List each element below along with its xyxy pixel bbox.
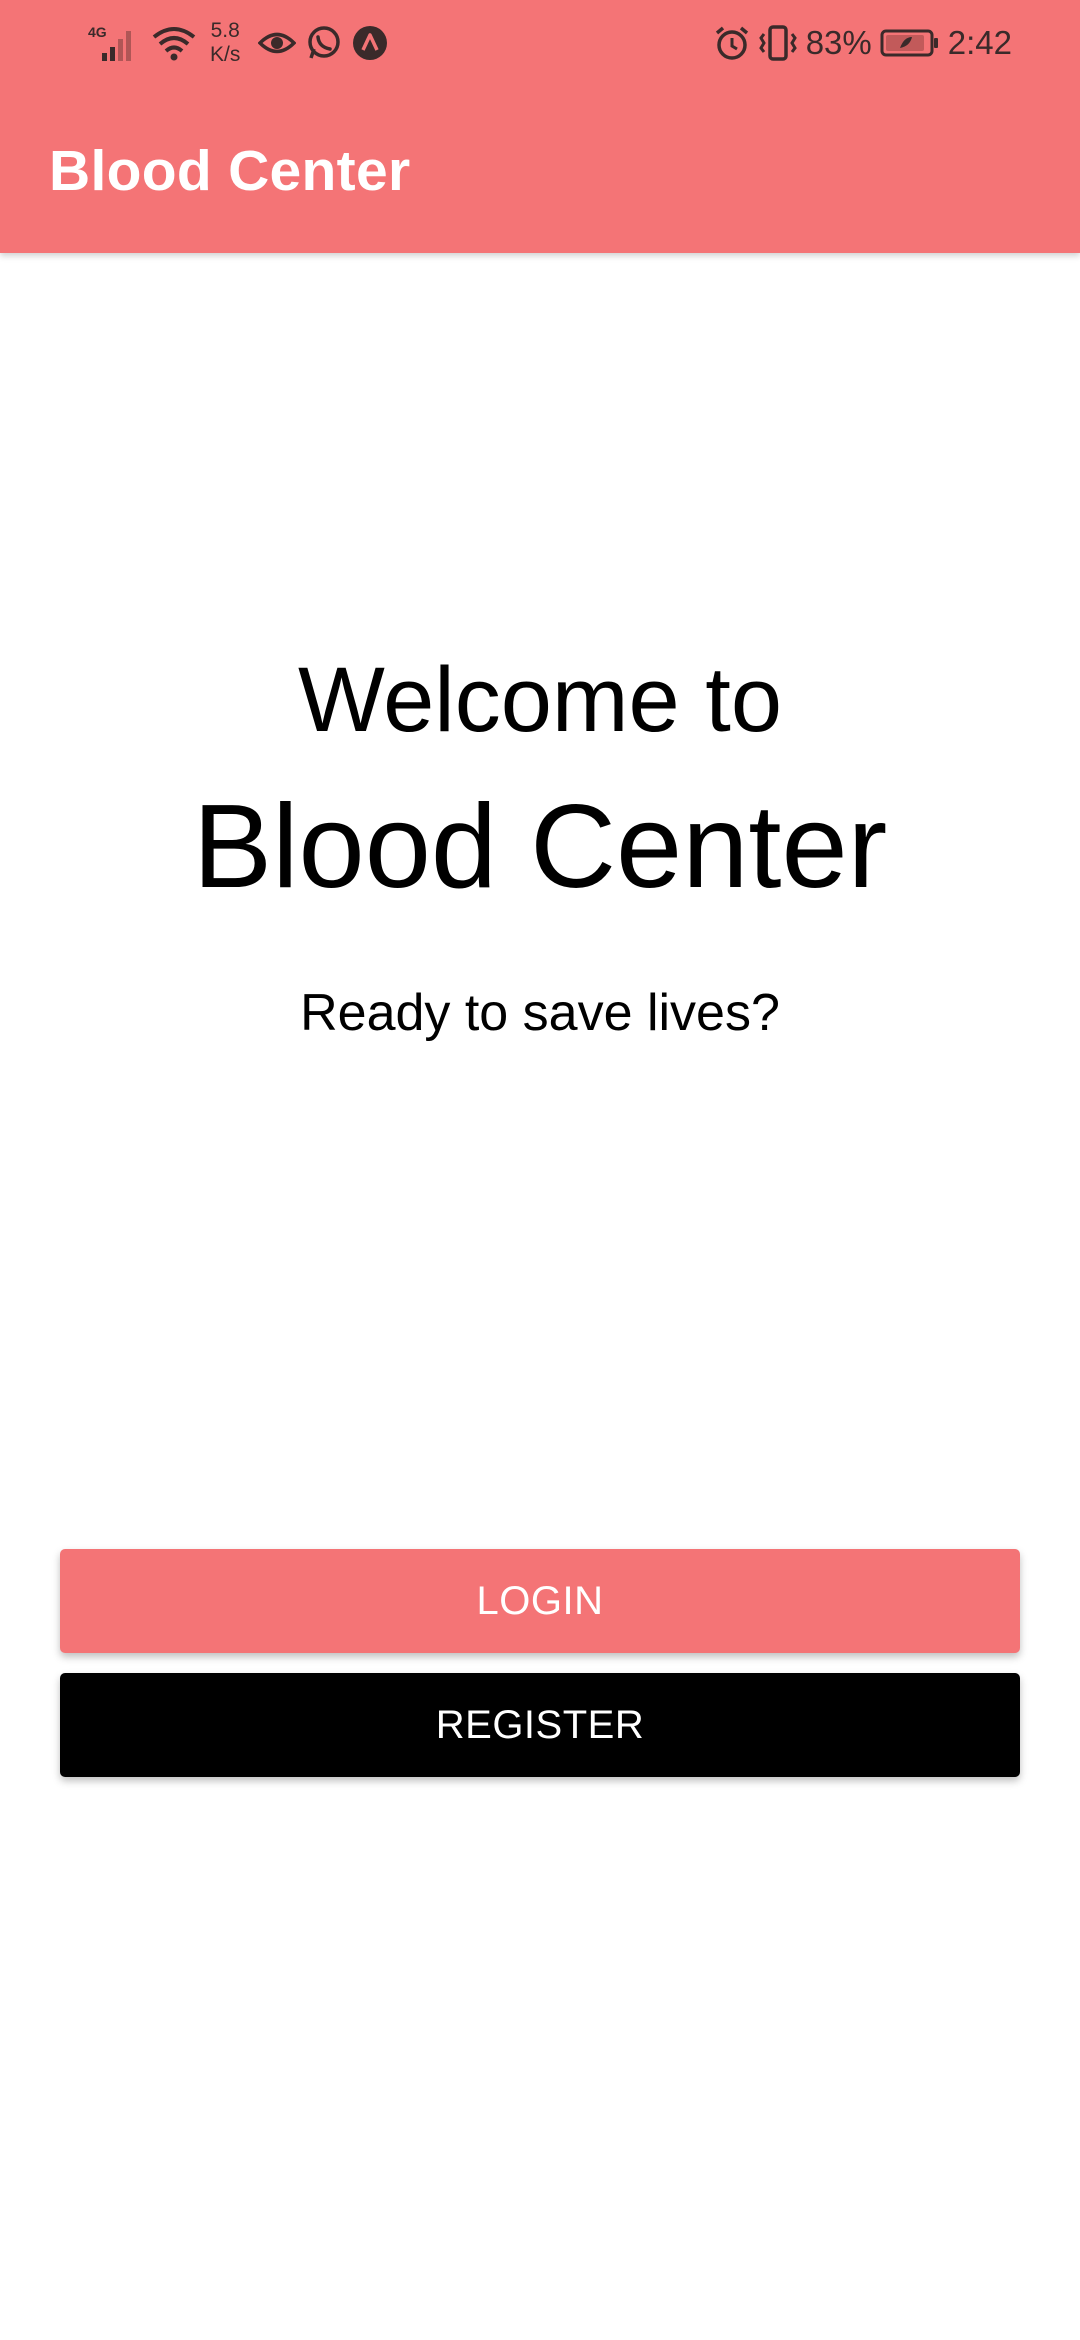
register-button-label: REGISTER	[435, 1702, 645, 1747]
welcome-heading: Welcome to	[297, 649, 783, 751]
register-button[interactable]: REGISTER	[60, 1673, 1020, 1777]
net-speed: 5.8 K/s	[210, 19, 240, 67]
battery-percent: 83%	[805, 24, 872, 61]
app-name-heading: Blood Center	[192, 780, 888, 913]
app-screen: 4G 5.8 K/s 83% 2:42 Blood Center Welcome…	[0, 0, 1080, 2340]
tagline: Ready to save lives?	[300, 984, 780, 1042]
status-bar-left: 4G 5.8 K/s	[88, 14, 388, 72]
login-button[interactable]: LOGIN	[60, 1549, 1020, 1653]
login-button-label: LOGIN	[476, 1578, 604, 1623]
status-bar-right: 83% 2:42	[714, 14, 1012, 72]
wifi-icon	[152, 23, 196, 63]
whatsapp-icon	[306, 25, 342, 61]
net-speed-value: 5.8	[210, 19, 240, 42]
eye-icon	[258, 28, 297, 58]
signal-icon: 4G	[88, 23, 142, 63]
status-time: 2:42	[947, 24, 1012, 61]
network-type-label: 4G	[88, 24, 107, 40]
alarm-icon	[714, 25, 750, 61]
status-bar: 4G 5.8 K/s 83% 2:42	[0, 0, 1080, 86]
app-bar: 4G 5.8 K/s 83% 2:42 Blood Center	[0, 0, 1080, 253]
vibrate-icon	[758, 24, 798, 62]
app-bar-title: Blood Center	[49, 139, 411, 203]
app-notification-icon	[352, 25, 388, 61]
battery-icon	[880, 28, 940, 58]
net-speed-unit: K/s	[210, 43, 241, 66]
